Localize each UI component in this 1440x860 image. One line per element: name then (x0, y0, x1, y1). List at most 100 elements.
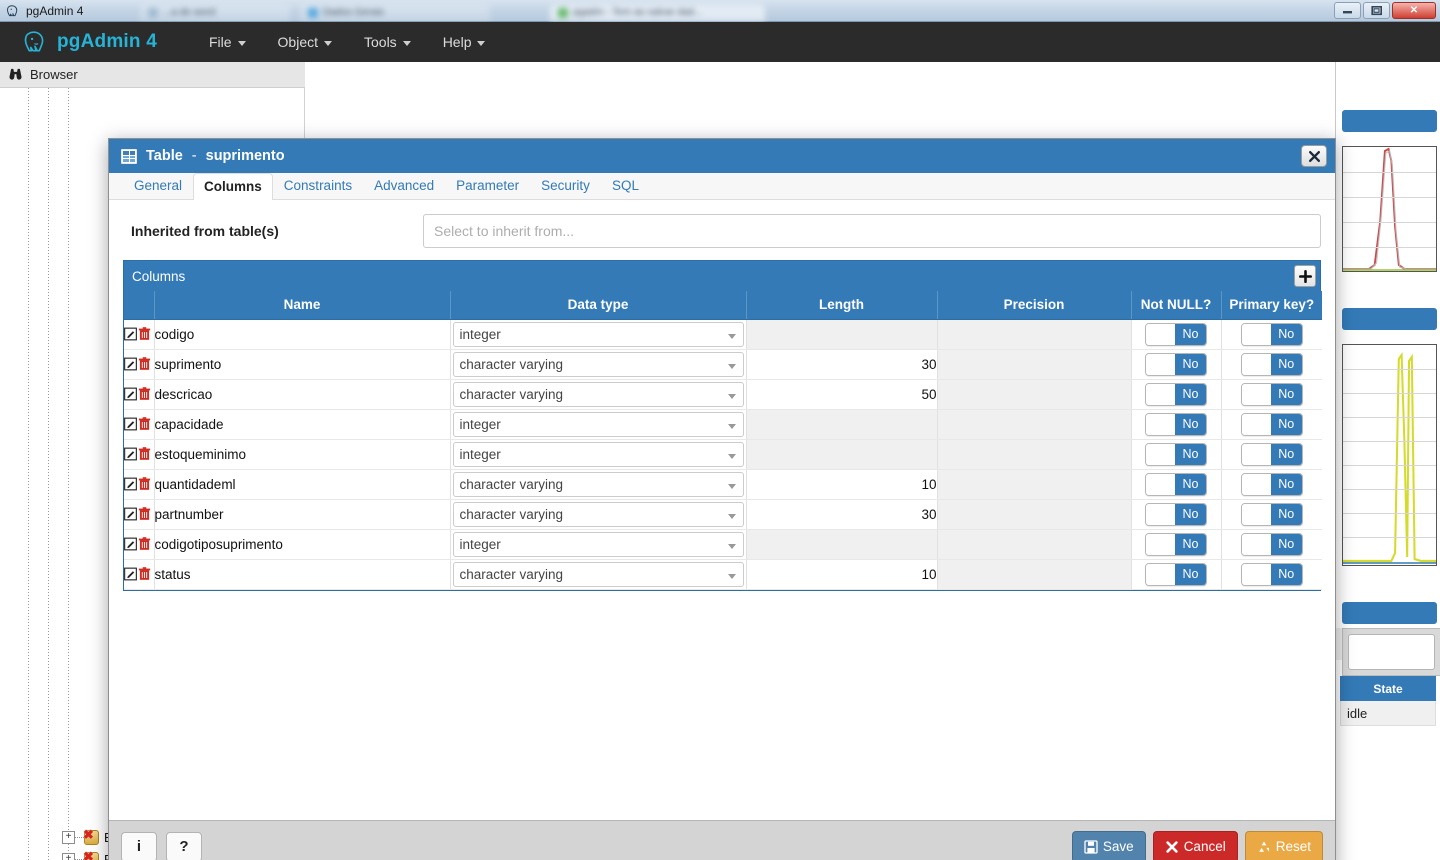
datatype-select[interactable]: character varying (452, 381, 744, 407)
primary-key-toggle[interactable]: No (1240, 352, 1303, 376)
datatype-select[interactable]: integer (452, 531, 744, 557)
primary-key-toggle[interactable]: No (1240, 472, 1303, 496)
primary-key-toggle[interactable]: No (1240, 532, 1303, 556)
row-not-null-cell[interactable]: No (1131, 439, 1222, 470)
row-not-null-cell[interactable]: No (1131, 499, 1222, 530)
row-datatype-cell[interactable]: character varying (450, 469, 747, 500)
row-primary-key-cell[interactable]: No (1221, 349, 1322, 380)
edit-icon[interactable] (124, 387, 137, 401)
row-precision-cell[interactable] (937, 439, 1132, 470)
row-primary-key-cell[interactable]: No (1221, 409, 1322, 440)
row-name-cell[interactable]: codigo (154, 319, 451, 350)
reset-button[interactable]: Reset (1244, 830, 1323, 860)
edit-icon[interactable] (124, 537, 137, 551)
not-null-toggle[interactable]: No (1145, 472, 1207, 496)
datatype-select[interactable]: integer (452, 321, 744, 347)
row-primary-key-cell[interactable]: No (1221, 559, 1322, 590)
row-name-cell[interactable]: descricao (154, 379, 451, 410)
delete-icon[interactable] (138, 387, 151, 401)
row-datatype-cell[interactable]: integer (450, 319, 747, 350)
tab-advanced[interactable]: Advanced (363, 172, 445, 199)
row-precision-cell[interactable] (937, 319, 1132, 350)
row-primary-key-cell[interactable]: No (1221, 529, 1322, 560)
row-length-cell[interactable] (746, 529, 938, 560)
row-primary-key-cell[interactable]: No (1221, 469, 1322, 500)
row-datatype-cell[interactable]: integer (450, 439, 747, 470)
row-precision-cell[interactable] (937, 469, 1132, 500)
primary-key-toggle[interactable]: No (1240, 562, 1303, 586)
not-null-toggle[interactable]: No (1145, 562, 1207, 586)
tab-general[interactable]: General (123, 172, 193, 199)
delete-icon[interactable] (138, 567, 151, 581)
row-datatype-cell[interactable]: integer (450, 529, 747, 560)
row-name-cell[interactable]: quantidademl (154, 469, 451, 500)
add-column-button[interactable] (1294, 265, 1316, 287)
row-primary-key-cell[interactable]: No (1221, 379, 1322, 410)
maximize-button[interactable] (1363, 2, 1390, 19)
edit-icon[interactable] (124, 477, 137, 491)
inherited-from-select[interactable]: Select to inherit from... (423, 214, 1321, 248)
close-button[interactable]: ✕ (1392, 2, 1436, 19)
minimize-button[interactable] (1334, 2, 1361, 19)
brand[interactable]: pgAdmin 4 (22, 29, 157, 55)
row-length-cell[interactable] (746, 319, 938, 350)
table-row[interactable]: status character varying 10 No No (124, 559, 1322, 590)
row-name-cell[interactable]: suprimento (154, 349, 451, 380)
row-name-cell[interactable]: capacidade (154, 409, 451, 440)
tab-security[interactable]: Security (530, 172, 601, 199)
delete-icon[interactable] (138, 537, 151, 551)
row-precision-cell[interactable] (937, 409, 1132, 440)
datatype-select[interactable]: character varying (452, 501, 744, 527)
row-primary-key-cell[interactable]: No (1221, 319, 1322, 350)
row-datatype-cell[interactable]: character varying (450, 349, 747, 380)
row-not-null-cell[interactable]: No (1131, 319, 1222, 350)
datatype-select[interactable]: character varying (452, 561, 744, 587)
datatype-select[interactable]: character varying (452, 351, 744, 377)
row-not-null-cell[interactable]: No (1131, 409, 1222, 440)
row-precision-cell[interactable] (937, 379, 1132, 410)
row-not-null-cell[interactable]: No (1131, 379, 1222, 410)
row-datatype-cell[interactable]: character varying (450, 559, 747, 590)
tab-constraints[interactable]: Constraints (273, 172, 363, 199)
dashboard-filter-input[interactable] (1348, 634, 1435, 670)
not-null-toggle[interactable]: No (1145, 532, 1207, 556)
datatype-select[interactable]: integer (452, 441, 744, 467)
primary-key-toggle[interactable]: No (1240, 412, 1303, 436)
row-length-cell[interactable]: 50 (746, 379, 938, 410)
menu-file[interactable]: File (193, 24, 262, 60)
edit-icon[interactable] (124, 357, 137, 371)
tab-columns[interactable]: Columns (193, 173, 273, 200)
dialog-close-button[interactable] (1301, 145, 1327, 167)
row-length-cell[interactable] (746, 409, 938, 440)
row-length-cell[interactable]: 10 (746, 559, 938, 590)
info-button[interactable]: i (121, 831, 157, 860)
primary-key-toggle[interactable]: No (1240, 442, 1303, 466)
row-length-cell[interactable]: 30 (746, 499, 938, 530)
row-not-null-cell[interactable]: No (1131, 559, 1222, 590)
row-datatype-cell[interactable]: character varying (450, 499, 747, 530)
datatype-select[interactable]: character varying (452, 471, 744, 497)
edit-icon[interactable] (124, 567, 137, 581)
table-row[interactable]: codigotiposuprimento integer No No (124, 529, 1322, 560)
row-datatype-cell[interactable]: character varying (450, 379, 747, 410)
row-name-cell[interactable]: estoqueminimo (154, 439, 451, 470)
table-row[interactable]: capacidade integer No No (124, 409, 1322, 440)
menu-object[interactable]: Object (262, 24, 348, 60)
primary-key-toggle[interactable]: No (1240, 502, 1303, 526)
table-row[interactable]: codigo integer No No (124, 319, 1322, 350)
help-button[interactable]: ? (166, 831, 202, 860)
not-null-toggle[interactable]: No (1145, 382, 1207, 406)
primary-key-toggle[interactable]: No (1240, 382, 1303, 406)
delete-icon[interactable] (138, 417, 151, 431)
window-controls[interactable]: ✕ (1334, 2, 1436, 19)
row-name-cell[interactable]: codigotiposuprimento (154, 529, 451, 560)
row-datatype-cell[interactable]: integer (450, 409, 747, 440)
not-null-toggle[interactable]: No (1145, 322, 1207, 346)
table-row[interactable]: suprimento character varying 30 No No (124, 349, 1322, 380)
delete-icon[interactable] (138, 357, 151, 371)
row-primary-key-cell[interactable]: No (1221, 499, 1322, 530)
not-null-toggle[interactable]: No (1145, 352, 1207, 376)
delete-icon[interactable] (138, 447, 151, 461)
edit-icon[interactable] (124, 447, 137, 461)
row-not-null-cell[interactable]: No (1131, 529, 1222, 560)
